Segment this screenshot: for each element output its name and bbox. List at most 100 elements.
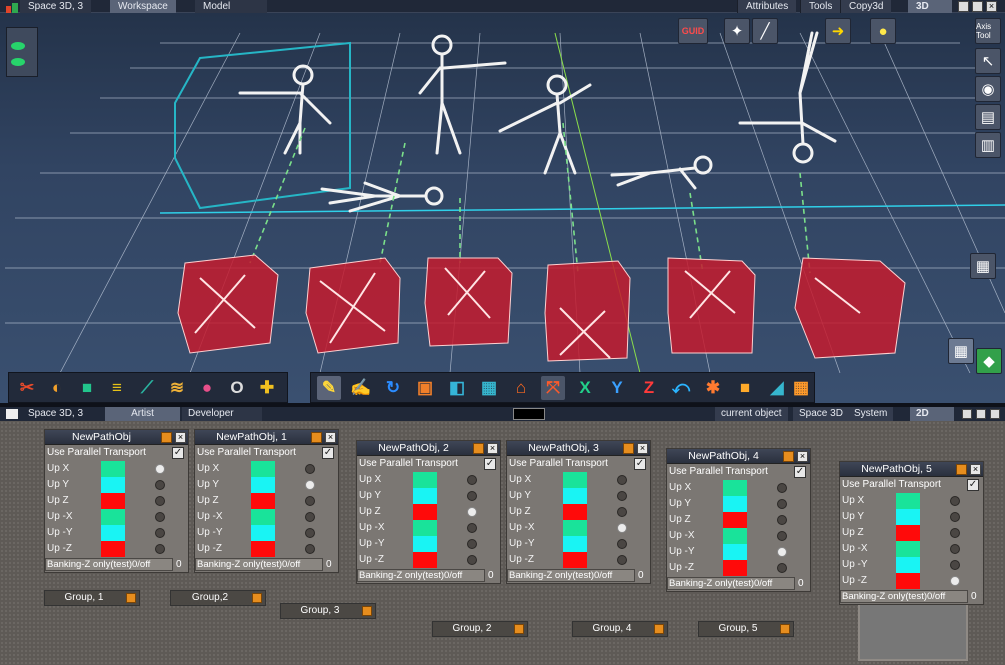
node-options-icon[interactable] [783,451,794,462]
banking-input[interactable]: Banking-Z only(test)0/off [507,569,635,582]
tool-block-icon[interactable]: ■ [733,376,757,400]
banking-input[interactable]: Banking-Z only(test)0/off [357,569,485,582]
axis-radio-button[interactable] [155,464,165,474]
restore-icon[interactable] [972,1,983,12]
tool-grid-icon[interactable]: ▦ [477,376,501,400]
group-node-4[interactable]: Group, 4 [572,621,668,637]
figure-tool-button[interactable]: ✦ [724,18,750,44]
axis-radio-button[interactable] [155,544,165,554]
axis-radio-button[interactable] [305,496,315,506]
tool-x-icon[interactable]: X [573,376,597,400]
node-options-icon[interactable] [161,432,172,443]
menu-system[interactable]: System [848,407,894,421]
layers-icon[interactable]: ▥ [975,132,1001,158]
tool-tool-icon[interactable]: ✱ [701,376,725,400]
tool-paint-icon[interactable]: ◐ [45,376,69,400]
axis-radio-button[interactable] [467,523,477,533]
tool-house-icon[interactable]: ⌂ [509,376,533,400]
axis-radio-button[interactable] [777,563,787,573]
group-toggle-icon[interactable] [654,624,664,634]
color-swatch[interactable] [513,408,545,420]
axis-radio-button[interactable] [950,560,960,570]
group-toggle-icon[interactable] [252,593,262,603]
menu-attributes[interactable]: Attributes [737,0,797,13]
tool-bend-icon[interactable]: ⟋ [135,376,159,400]
tool-torus-icon[interactable]: O [225,376,249,400]
camera-icon[interactable] [11,58,25,66]
path-object-node[interactable]: NewPathObj × Use Parallel Transport ✓ Up… [44,429,189,573]
banking-input[interactable]: Banking-Z only(test)0/off [195,558,323,571]
node-header[interactable]: NewPathObj, 3 × [507,441,650,456]
node-close-icon[interactable]: × [970,464,981,475]
tool-person-icon[interactable]: ✚ [255,376,279,400]
axis-radio-button[interactable] [467,491,477,501]
tool-wave-icon[interactable]: ≋ [165,376,189,400]
menu-copy3d[interactable]: Copy3d [840,0,892,13]
tool-box-icon[interactable]: ▣ [413,376,437,400]
scene-canvas[interactable] [0,13,1005,373]
group-node-3[interactable]: Group, 3 [280,603,376,619]
node-options-icon[interactable] [473,443,484,454]
axis-line-button[interactable]: ╱ [752,18,778,44]
grid-view-icon[interactable]: ▦ [970,253,996,279]
axis-radio-button[interactable] [617,491,627,501]
axis-radio-button[interactable] [950,496,960,506]
parallel-transport-checkbox[interactable]: ✓ [484,458,496,470]
group-toggle-icon[interactable] [780,624,790,634]
path-object-node[interactable]: NewPathObj, 3 × Use Parallel Transport ✓… [506,440,651,584]
group-node-2b[interactable]: Group, 2 [432,621,528,637]
axis-radio-button[interactable] [777,547,787,557]
group-node-2a[interactable]: Group,2 [170,590,266,606]
parallel-transport-checkbox[interactable]: ✓ [967,479,979,491]
axis-radio-button[interactable] [617,475,627,485]
menu-current-object[interactable]: current object [715,407,788,421]
tool-spheres-icon[interactable]: ● [195,376,219,400]
mode-2d-button[interactable]: 2D [910,407,954,421]
node-close-icon[interactable]: × [487,443,498,454]
axis-radio-button[interactable] [155,496,165,506]
group-node-1[interactable]: Group, 1 [44,590,140,606]
viewport-3d[interactable]: GUID ✦ ╱ ➜ ● Axis Tool ↖ ◉ ▤ ▥ ▦ ▦ ◆ [0,13,1005,403]
path-object-node[interactable]: NewPathObj, 1 × Use Parallel Transport ✓… [194,429,339,573]
tool-z-icon[interactable]: Z [637,376,661,400]
view-tool-panel[interactable] [6,27,38,77]
axis-radio-button[interactable] [467,475,477,485]
tool-curve-icon[interactable]: ⤺ [669,376,693,400]
axis-radio-button[interactable] [777,531,787,541]
axis-radio-button[interactable] [950,576,960,586]
parallel-transport-checkbox[interactable]: ✓ [634,458,646,470]
axis-radio-button[interactable] [305,512,315,522]
restore-2d-icon[interactable] [976,409,986,419]
node-header[interactable]: NewPathObj × [45,430,188,445]
tool-rotate-icon[interactable]: ↻ [381,376,405,400]
group-node-5[interactable]: Group, 5 [698,621,794,637]
axis-radio-button[interactable] [777,499,787,509]
minimize-icon[interactable] [958,1,969,12]
banking-input[interactable]: Banking-Z only(test)0/off [840,590,968,603]
tool-select-icon[interactable]: ✂ [15,376,39,400]
axis-radio-button[interactable] [305,480,315,490]
mode-3d-button[interactable]: 3D [908,0,952,13]
tab-artist[interactable]: Artist [105,407,180,421]
axis-radio-button[interactable] [617,539,627,549]
path-object-node[interactable]: NewPathObj, 4 × Use Parallel Transport ✓… [666,448,811,592]
tool-layers-icon[interactable]: ≡ [105,376,129,400]
node-header[interactable]: NewPathObj, 4 × [667,449,810,464]
banking-input[interactable]: Banking-Z only(test)0/off [45,558,173,571]
axis-radio-button[interactable] [777,483,787,493]
tool-mesh-icon[interactable]: ▦ [789,376,813,400]
axis-radio-button[interactable] [950,544,960,554]
node-header[interactable]: NewPathObj, 1 × [195,430,338,445]
axis-radio-button[interactable] [467,539,477,549]
path-object-node[interactable]: NewPathObj, 5 × Use Parallel Transport ✓… [839,461,984,605]
guid-button[interactable]: GUID [678,18,708,44]
tab-developer[interactable]: Developer [182,407,262,421]
stack-icon[interactable]: ▤ [975,104,1001,130]
tool-axis-move-icon[interactable]: ⤧ [541,376,565,400]
axis-radio-button[interactable] [155,512,165,522]
node-close-icon[interactable]: × [637,443,648,454]
bulb-icon[interactable]: ● [870,18,896,44]
parallel-transport-checkbox[interactable]: ✓ [794,466,806,478]
group-toggle-icon[interactable] [126,593,136,603]
group-toggle-icon[interactable] [514,624,524,634]
